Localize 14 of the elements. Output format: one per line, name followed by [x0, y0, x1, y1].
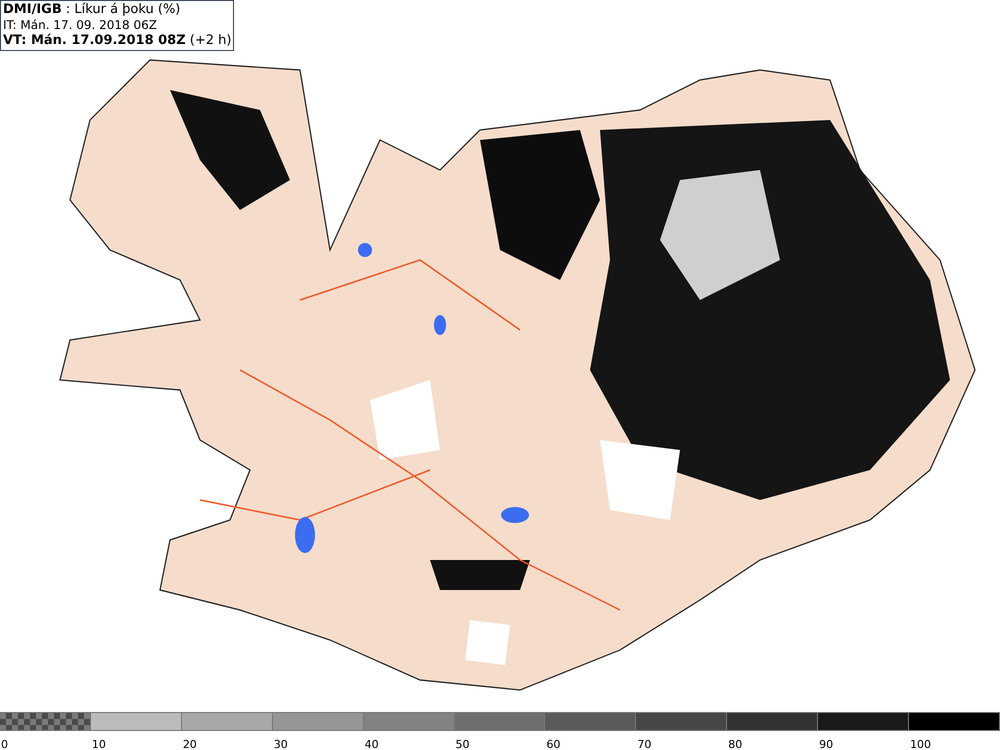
legend-label: 50 — [456, 738, 470, 750]
legend-label: 10 — [92, 738, 106, 750]
header-line: DMI/IGB : Líkur á þoku (%) — [3, 2, 182, 18]
header-line: VT: Mán. 17.09.2018 08Z (+2 h) — [3, 33, 232, 49]
legend-label: 80 — [728, 738, 742, 750]
legend-label: 20 — [182, 738, 197, 750]
header-line: IT: Mán. 17. 09. 2018 06Z — [3, 18, 158, 33]
legend-label: 100 — [910, 738, 932, 750]
legend-label: 70 — [637, 738, 652, 750]
legend-label: 90 — [819, 738, 834, 750]
legend-label: 0 — [1, 738, 8, 750]
legend-label: 40 — [364, 738, 379, 750]
legend-label: 60 — [546, 738, 560, 750]
legend-label: 30 — [274, 738, 288, 750]
